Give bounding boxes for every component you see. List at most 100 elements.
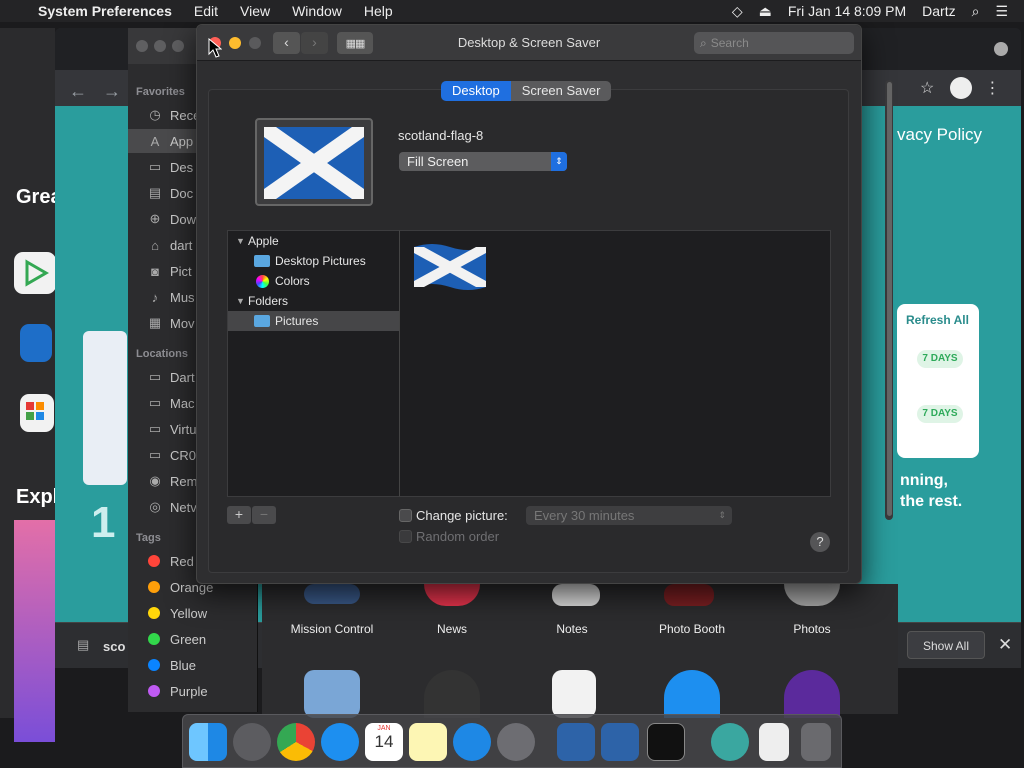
fit-mode-select[interactable]: Fill Screen ⇕ <box>399 152 567 171</box>
sidebar-location-label: Virtu <box>170 421 197 437</box>
close-button[interactable] <box>136 40 148 52</box>
preview-icon[interactable] <box>304 670 360 718</box>
system-preferences-icon[interactable] <box>497 723 535 761</box>
eject-icon[interactable]: ⏏ <box>759 3 772 20</box>
random-order-checkbox[interactable] <box>399 530 412 543</box>
user-menu[interactable]: Dartz <box>922 3 955 19</box>
source-group-apple[interactable]: ▼ Apple <box>228 231 399 251</box>
launchpad-icon[interactable] <box>233 723 271 761</box>
desktop-icon: ▭ <box>148 159 162 174</box>
help-button[interactable]: ? <box>810 532 830 552</box>
scotland-flag-image <box>264 127 364 199</box>
notes-icon[interactable] <box>552 584 600 606</box>
back-arrow-icon[interactable]: ← <box>69 81 87 102</box>
star-icon[interactable]: ☆ <box>920 78 934 98</box>
tag-dot-icon <box>148 659 160 671</box>
network-icon: ◎ <box>149 499 161 514</box>
virtualbox-icon[interactable] <box>601 723 639 761</box>
forward-arrow-icon[interactable]: → <box>103 81 121 102</box>
tab-screen-saver[interactable]: Screen Saver <box>510 81 612 101</box>
menu-view[interactable]: View <box>240 3 270 19</box>
photos-icon[interactable] <box>784 584 840 606</box>
safari-icon[interactable] <box>321 723 359 761</box>
wallpaper-thumbnail[interactable] <box>412 241 488 293</box>
spotlight-search-icon[interactable]: ⌕ <box>972 3 980 20</box>
reminders-icon[interactable] <box>552 670 596 718</box>
change-picture-checkbox[interactable] <box>399 509 412 522</box>
source-item-desktop-pictures[interactable]: Desktop Pictures <box>228 251 399 271</box>
system-preferences-window: ‹ › ▦▦ Desktop & Screen Saver ⌕ Desktop … <box>196 24 862 584</box>
notification-center-icon[interactable]: ☰ <box>995 3 1008 20</box>
source-item-pictures[interactable]: Pictures <box>228 311 399 331</box>
virtualbox-icon[interactable] <box>557 723 595 761</box>
tab-desktop[interactable]: Desktop <box>441 81 511 101</box>
menu-window[interactable]: Window <box>292 3 342 19</box>
mission-control-icon[interactable] <box>304 584 360 604</box>
document-icon: ▤ <box>148 185 162 200</box>
quicktime-icon[interactable] <box>424 670 480 718</box>
cursor-icon <box>208 38 222 58</box>
sidebar-favorite-label: App <box>170 133 194 149</box>
app-label[interactable]: Mission Control <box>272 622 392 636</box>
clock-icon: ◷ <box>149 107 161 122</box>
terminal-icon[interactable] <box>647 723 685 761</box>
app-icon[interactable] <box>711 723 749 761</box>
chevron-updown-icon: ⇕ <box>718 510 726 520</box>
more-icon[interactable]: ⋮ <box>984 78 1000 98</box>
days-pill: 7 DAYS <box>917 350 963 368</box>
privacy-policy-link[interactable]: vacy Policy <box>897 125 982 145</box>
sidebar-tag-item[interactable]: Yellow <box>128 601 258 625</box>
sidebar-tag-item[interactable]: Green <box>128 627 258 651</box>
archive-icon[interactable] <box>759 723 789 761</box>
search-icon: ⌕ <box>700 35 707 50</box>
app-label[interactable]: News <box>392 622 512 636</box>
source-label: Pictures <box>275 314 319 328</box>
scrollbar-thumb[interactable] <box>887 82 892 516</box>
zoom-button[interactable] <box>172 40 184 52</box>
app-store-icon[interactable] <box>453 723 491 761</box>
remove-folder-button[interactable]: − <box>252 506 276 524</box>
menu-edit[interactable]: Edit <box>194 3 218 19</box>
add-folder-button[interactable]: + <box>227 506 251 524</box>
notes-icon[interactable] <box>409 723 447 761</box>
promo-line-2: the rest. <box>900 493 963 510</box>
photo-booth-icon[interactable] <box>664 584 714 606</box>
diamond-status-icon[interactable]: ◇ <box>732 3 743 20</box>
trash-icon[interactable] <box>801 723 831 761</box>
dropdown-icon[interactable] <box>994 42 1008 56</box>
sidebar-tag-item[interactable]: Purple <box>128 679 258 703</box>
menu-help[interactable]: Help <box>364 3 393 19</box>
app-label[interactable]: Photo Booth <box>632 622 752 636</box>
profile-icon[interactable] <box>950 77 973 99</box>
app-label[interactable]: Notes <box>512 622 632 636</box>
search-field[interactable]: ⌕ <box>694 32 854 54</box>
sidebar-tag-label: Blue <box>170 657 197 673</box>
background-window: Grea Expl <box>0 28 62 742</box>
source-item-colors[interactable]: Colors <box>228 271 399 291</box>
sidebar-tag-item[interactable]: Blue <box>128 653 258 677</box>
window-titlebar: ‹ › ▦▦ Desktop & Screen Saver ⌕ <box>197 25 861 61</box>
phone-mockup <box>83 331 127 485</box>
search-input[interactable] <box>710 36 841 50</box>
clock-text[interactable]: Fri Jan 14 8:09 PM <box>788 3 906 19</box>
close-icon[interactable]: ✕ <box>998 635 1012 655</box>
news-icon[interactable] <box>424 584 480 606</box>
finder-icon[interactable] <box>189 723 227 761</box>
change-interval-select[interactable]: Every 30 minutes ⇕ <box>526 506 732 525</box>
show-all-button[interactable]: Show All <box>907 631 985 659</box>
menu-app-name[interactable]: System Preferences <box>38 3 172 19</box>
disclosure-triangle-icon[interactable]: ▼ <box>236 296 248 306</box>
safari-icon[interactable] <box>664 670 720 718</box>
tag-dot-icon <box>148 607 160 619</box>
siri-icon[interactable] <box>784 670 840 718</box>
app-label[interactable]: Photos <box>752 622 872 636</box>
source-group-folders[interactable]: ▼ Folders <box>228 291 399 311</box>
folder-icon <box>254 315 270 327</box>
chrome-icon[interactable] <box>277 723 315 761</box>
calendar-month: JAN <box>377 725 391 732</box>
download-item[interactable]: sco <box>103 639 125 654</box>
disclosure-triangle-icon[interactable]: ▼ <box>236 236 248 246</box>
calendar-icon[interactable]: JAN 14 <box>365 723 403 761</box>
minimize-button[interactable] <box>154 40 166 52</box>
bg-heading-2: Expl <box>16 486 59 508</box>
